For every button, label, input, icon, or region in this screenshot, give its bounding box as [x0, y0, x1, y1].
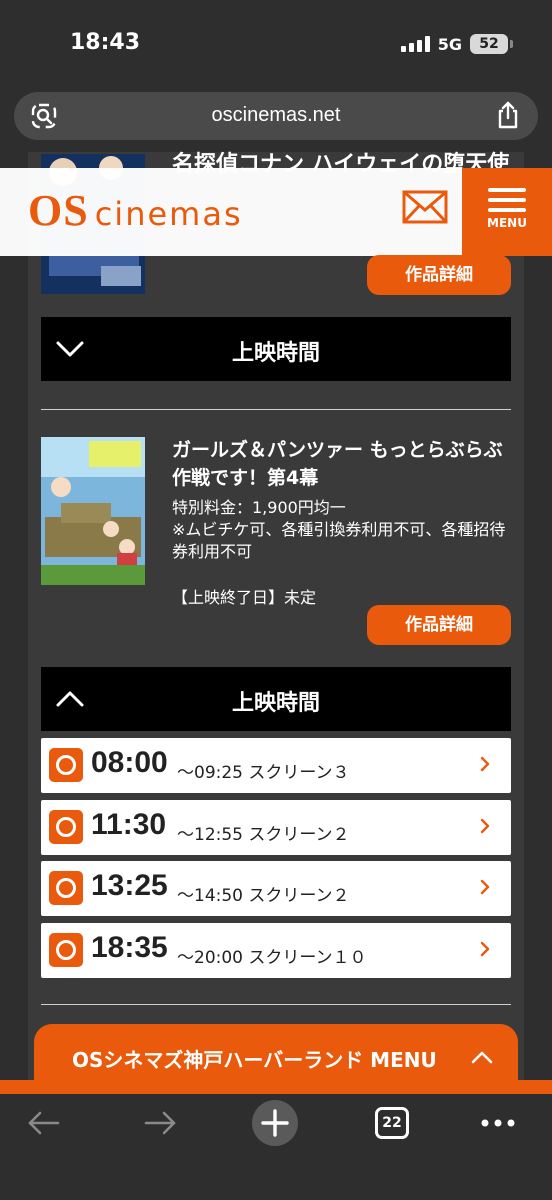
showtime-start: 11:30: [91, 808, 167, 841]
menu-button[interactable]: MENU: [462, 168, 552, 256]
showtime-end-screen: 〜14:50 スクリーン２: [177, 886, 350, 906]
movie-notes: ※ムビチケ可、各種引換券利用不可、各種招待券利用不可: [172, 520, 506, 561]
movie-detail-button[interactable]: 作品詳細: [367, 255, 511, 295]
availability-icon: [49, 933, 83, 967]
showtime-end-screen: 〜09:25 スクリーン３: [177, 763, 350, 783]
share-icon[interactable]: [494, 100, 522, 130]
showtime-toggle-label: 上映時間: [231, 691, 320, 716]
status-time: 18:43: [70, 30, 141, 55]
battery-icon: 52: [470, 34, 513, 54]
network-type: 5G: [437, 34, 462, 54]
url-text[interactable]: oscinemas.net: [14, 104, 538, 127]
showtime-start: 13:25: [91, 869, 168, 902]
showtime-end-screen: 〜20:00 スクリーン１０: [177, 948, 367, 968]
showtime-row[interactable]: 18:35 〜20:00 スクリーン１０: [41, 923, 511, 978]
showtime-toggle[interactable]: 上映時間: [41, 667, 511, 731]
new-tab-button[interactable]: [252, 1100, 298, 1146]
address-bar[interactable]: oscinemas.net: [14, 92, 538, 140]
movie-title[interactable]: ガールズ＆パンツァー もっとらぶらぶ作戦です！第4幕: [172, 436, 512, 492]
chevron-right-icon: [480, 879, 490, 895]
divider: [41, 1004, 511, 1005]
showtime-row[interactable]: 13:25 〜14:50 スクリーン２: [41, 861, 511, 916]
movie-price: 特別料金：1,900円均一: [172, 498, 346, 517]
movie-detail-button[interactable]: 作品詳細: [367, 605, 511, 645]
availability-icon: [49, 748, 83, 782]
chevron-right-icon: [480, 756, 490, 772]
availability-icon: [49, 871, 83, 905]
site-logo[interactable]: OS cinemas: [28, 186, 243, 239]
divider: [41, 409, 511, 410]
theater-menu-button[interactable]: OSシネマズ神戸ハーバーランド MENU: [34, 1024, 518, 1094]
mail-icon[interactable]: [402, 190, 448, 224]
menu-label: MENU: [487, 216, 527, 230]
chevron-right-icon: [480, 818, 490, 834]
back-arrow-icon[interactable]: [26, 1108, 62, 1138]
showtime-end-screen: 〜12:55 スクリーン２: [177, 825, 350, 845]
showtime-row[interactable]: 11:30 〜12:55 スクリーン２: [41, 800, 511, 855]
showtime-toggle-label: 上映時間: [231, 341, 320, 366]
more-options-icon[interactable]: [480, 1118, 516, 1128]
movie-poster[interactable]: [41, 437, 145, 585]
browser-toolbar: 22: [0, 1094, 552, 1200]
movie-end-date: 【上映終了日】未定: [172, 588, 317, 607]
showtime-start: 18:35: [91, 931, 168, 964]
availability-icon: [49, 810, 83, 844]
status-indicators: 5G 52: [400, 34, 513, 54]
theater-menu-label: OSシネマズ神戸ハーバーランド MENU: [72, 1048, 437, 1072]
forward-arrow-icon[interactable]: [142, 1108, 178, 1138]
status-bar: 18:43 5G 52: [0, 0, 552, 90]
signal-icon: [400, 36, 430, 52]
movie-info: 特別料金：1,900円均一 ※ムビチケ可、各種引換券利用不可、各種招待券利用不可: [172, 497, 512, 563]
showtime-toggle[interactable]: 上映時間: [41, 317, 511, 381]
showtime-start: 08:00: [91, 746, 168, 779]
showtime-row[interactable]: 08:00 〜09:25 スクリーン３: [41, 738, 511, 793]
tab-switcher-button[interactable]: 22: [375, 1107, 409, 1139]
plus-icon: [261, 1109, 289, 1137]
chevron-up-icon: [471, 1051, 493, 1064]
chevron-right-icon: [480, 941, 490, 957]
